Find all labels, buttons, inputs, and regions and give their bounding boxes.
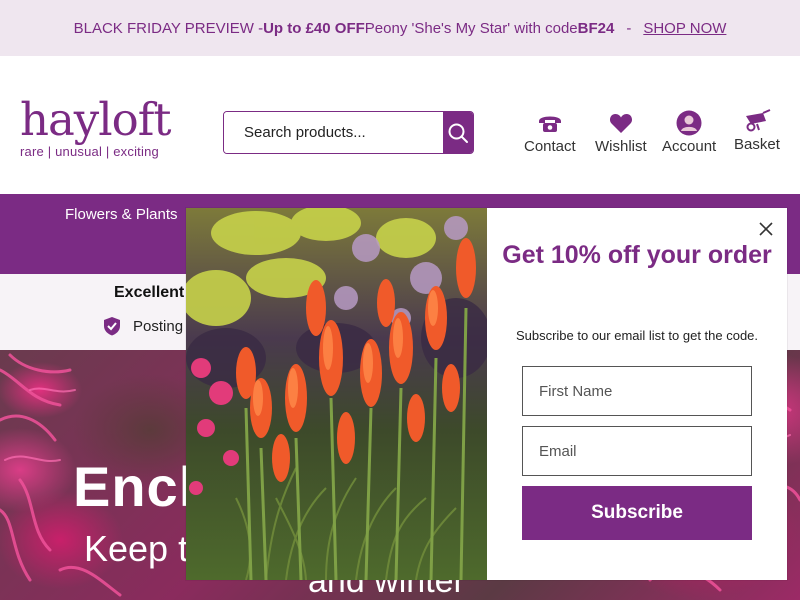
promo-offer: Up to £40 OFF [263, 19, 365, 37]
search-bar [223, 111, 474, 154]
shop-now-link[interactable]: SHOP NOW [643, 20, 726, 37]
search-input[interactable] [224, 112, 443, 153]
search-icon [448, 123, 468, 143]
promo-code: BF24 [577, 19, 615, 37]
popup-form: Get 10% off your order Subscribe to our … [487, 208, 787, 580]
wishlist-label: Wishlist [595, 138, 647, 155]
first-name-field[interactable] [522, 366, 752, 416]
posting-text: Posting [133, 317, 184, 335]
hero-headline: Encl [73, 455, 196, 518]
popup-title: Get 10% off your order [502, 241, 772, 269]
nav-item-flowers-plants[interactable]: Flowers & Plants [65, 206, 178, 223]
hero-subline: Keep t [84, 528, 189, 569]
contact-link[interactable]: Contact [524, 108, 576, 155]
heart-icon [609, 114, 632, 133]
account-icon [676, 110, 702, 136]
red-hot-poker-image [186, 208, 487, 580]
logo-wordmark: hayloft [20, 93, 171, 146]
account-label: Account [662, 138, 717, 155]
basket-label: Basket [734, 136, 780, 153]
email-field[interactable] [522, 426, 752, 476]
close-icon[interactable] [757, 220, 775, 238]
wishlist-link[interactable]: Wishlist [595, 108, 647, 155]
rating-text: Excellent [114, 284, 185, 301]
promo-middle: Peony 'She's My Star' with code [364, 19, 578, 37]
search-button[interactable] [443, 112, 473, 153]
posting-info: Posting [103, 316, 183, 336]
shield-check-icon [104, 317, 120, 336]
basket-link[interactable]: Basket [734, 106, 780, 153]
hayloft-logo[interactable]: hayloft rare | unusual | exciting [20, 93, 171, 159]
newsletter-popup: Get 10% off your order Subscribe to our … [186, 208, 787, 580]
popup-plant-photo [186, 208, 487, 580]
promo-bar: BLACK FRIDAY PREVIEW - Up to £40 OFF Peo… [0, 0, 800, 56]
phone-icon [538, 116, 561, 132]
subscribe-button[interactable]: Subscribe [522, 486, 752, 540]
promo-separator: - [626, 19, 632, 37]
site-header: hayloft rare | unusual | exciting Contac… [0, 56, 800, 194]
popup-subtitle: Subscribe to our email list to get the c… [515, 328, 759, 343]
wheelbarrow-icon [745, 109, 771, 132]
logo-tagline: rare | unusual | exciting [20, 144, 159, 159]
contact-label: Contact [524, 138, 576, 155]
promo-prefix: BLACK FRIDAY PREVIEW - [73, 19, 264, 37]
account-link[interactable]: Account [662, 108, 716, 155]
